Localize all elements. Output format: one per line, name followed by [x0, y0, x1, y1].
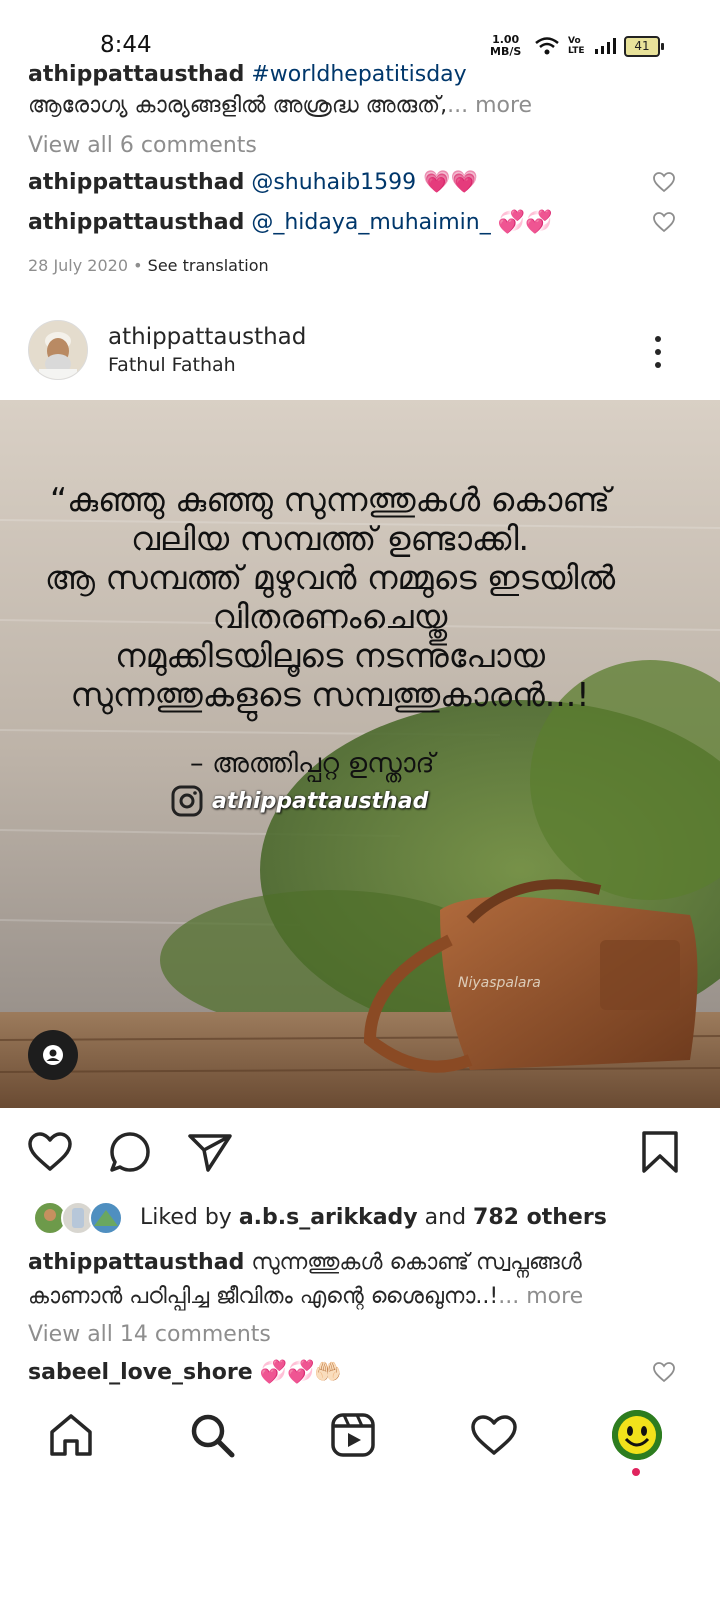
smiley-icon	[612, 1410, 662, 1460]
quote-line: വലിയ സമ്പത്ത് ഉണ്ടാക്കി.	[131, 519, 529, 558]
comment-like-heart-icon[interactable]	[652, 1360, 676, 1384]
quote-line: ആ സമ്പത്ത് മുഴുവൻ നമ്മുടെ ഇടയിൽ	[44, 558, 616, 597]
comment-username[interactable]: athippattausthad	[28, 170, 244, 195]
comment-username[interactable]: athippattausthad	[28, 210, 244, 235]
prev-post-caption: athippattausthad #worldhepatitisday	[28, 62, 467, 87]
caption-text: ആരോഗ്യ കാര്യങ്ങളിൽ അശ്രദ്ധ അരുത്,	[28, 93, 448, 118]
more-vertical-icon[interactable]	[650, 334, 666, 370]
battery-icon: 41	[624, 35, 664, 57]
more-link[interactable]: ... more	[447, 93, 532, 118]
wifi-icon	[535, 37, 559, 55]
post-date: 28 July 2020 • See translation	[28, 256, 269, 275]
comment-like-heart-icon[interactable]	[652, 210, 676, 234]
comment-like-heart-icon[interactable]	[652, 170, 676, 194]
instagram-logo-icon	[171, 785, 203, 817]
liked-by-username[interactable]: a.b.s_arikkady	[239, 1205, 418, 1230]
network-type: Vo LTE	[568, 36, 585, 56]
comment-emoji: 💞💞🤲🏻	[259, 1360, 342, 1385]
comment-row: sabeel_love_shore 💞💞🤲🏻	[28, 1360, 342, 1385]
post-caption: athippattausthad സുന്നത്തുകൾ കൊണ്ട് സ്വപ…	[28, 1246, 678, 1314]
avatar-image	[29, 321, 87, 379]
quote-line: നമുക്കിടയിലൂടെ നടന്നുപോയ	[115, 636, 545, 675]
user-icon	[43, 1045, 63, 1065]
comment-emoji: 💞💞	[497, 210, 553, 235]
more-link[interactable]: ... more	[498, 1284, 583, 1309]
tagged-people-button[interactable]	[28, 1030, 78, 1080]
network-speed: 1.00 MB/S	[490, 34, 521, 58]
profile-avatar[interactable]	[612, 1410, 662, 1460]
comment-username[interactable]: sabeel_love_shore	[28, 1360, 253, 1385]
comment-row: athippattausthad @shuhaib1599 💗💗	[28, 170, 478, 195]
liked-by-prefix: Liked by	[140, 1205, 232, 1230]
liked-by-and: and	[424, 1205, 467, 1230]
network-speed-unit: MB/S	[490, 45, 522, 58]
post-username[interactable]: athippattausthad	[108, 324, 306, 350]
view-all-comments-link[interactable]: View all 14 comments	[28, 1322, 271, 1347]
image-watermark: Niyaspalara	[458, 975, 541, 991]
heart-icon[interactable]	[469, 1410, 519, 1460]
comment-row: athippattausthad @_hidaya_muhaimin_ 💞💞	[28, 210, 553, 235]
status-icons: Vo LTE 41	[534, 34, 664, 58]
status-bar: 8:44 1.00 MB/S Vo LTE 41	[0, 0, 720, 70]
notification-dot	[632, 1468, 640, 1476]
see-translation-link[interactable]: See translation	[148, 256, 269, 275]
quote-line: സുന്നത്തുകളുടെ സമ്പത്തുകാരൻ...!	[70, 675, 590, 714]
bookmark-icon[interactable]	[636, 1128, 684, 1176]
signal-icon	[595, 38, 616, 54]
comment-emoji: 💗💗	[423, 170, 478, 195]
search-icon[interactable]	[187, 1410, 237, 1460]
home-icon[interactable]	[46, 1410, 96, 1460]
image-handle-text: athippattausthad	[212, 788, 429, 814]
date-separator: •	[133, 256, 143, 275]
post-location[interactable]: Fathul Fathah	[108, 354, 236, 376]
quote-line: “കുഞ്ഞു കുഞ്ഞു സുന്നത്തുകൾ കൊണ്ട്	[49, 480, 611, 519]
prev-post-caption-text: ആരോഗ്യ കാര്യങ്ങളിൽ അശ്രദ്ധ അരുത്,... mor…	[28, 93, 532, 118]
comment-mention[interactable]: @_hidaya_muhaimin_	[251, 210, 490, 235]
quote-author: – അത്തിപ്പറ്റ ഉസ്താദ്	[190, 748, 435, 779]
image-quote-text: “കുഞ്ഞു കുഞ്ഞു സുന്നത്തുകൾ കൊണ്ട് വലിയ സ…	[0, 480, 660, 714]
status-time: 8:44	[100, 32, 152, 58]
liker-avatars[interactable]	[32, 1200, 132, 1236]
send-icon[interactable]	[186, 1128, 234, 1176]
comment-icon[interactable]	[106, 1128, 154, 1176]
view-all-comments-link[interactable]: View all 6 comments	[28, 133, 257, 158]
liked-by-text[interactable]: Liked by a.b.s_arikkady and 782 others	[140, 1205, 607, 1230]
avatar[interactable]	[28, 320, 88, 380]
caption-username[interactable]: athippattausthad	[28, 1250, 244, 1275]
reels-icon[interactable]	[328, 1410, 378, 1460]
heart-icon[interactable]	[26, 1128, 74, 1176]
image-instagram-handle: athippattausthad	[170, 784, 428, 818]
hashtag-link[interactable]: #worldhepatitisday	[251, 62, 466, 87]
caption-username[interactable]: athippattausthad	[28, 62, 244, 87]
date-text: 28 July 2020	[28, 256, 129, 275]
comment-mention[interactable]: @shuhaib1599	[251, 170, 416, 195]
liked-by-others[interactable]: 782 others	[473, 1205, 607, 1230]
quote-line: വിതരണംചെയ്തു	[212, 597, 448, 636]
